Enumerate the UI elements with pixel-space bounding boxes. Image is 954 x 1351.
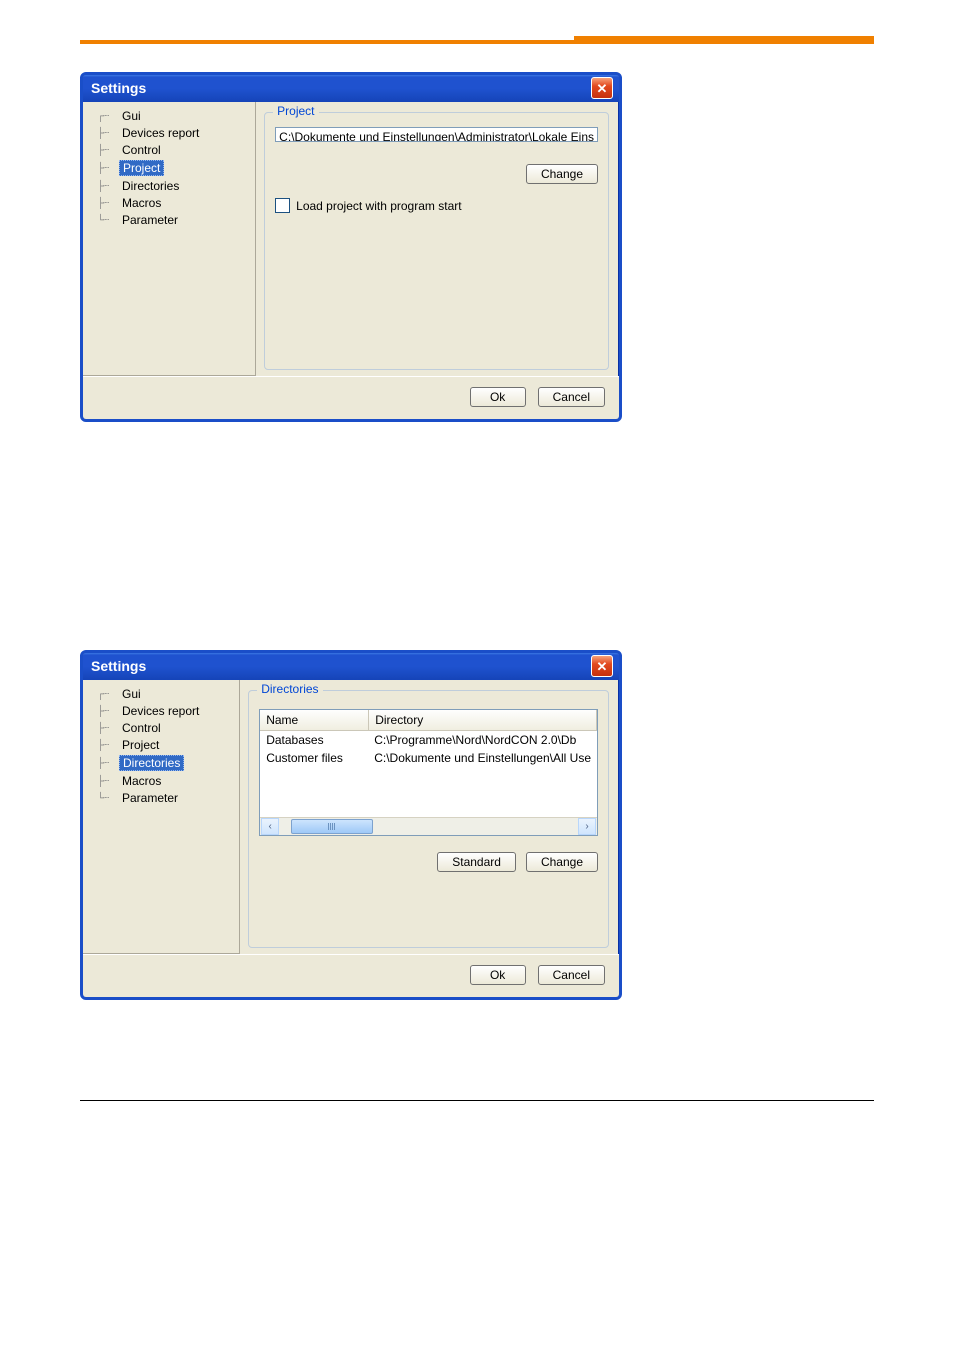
page-accent-rule [80, 40, 874, 44]
cancel-button[interactable]: Cancel [538, 387, 605, 407]
cell-directory: C:\Programme\Nord\NordCON 2.0\Db [368, 731, 597, 749]
scroll-track[interactable] [279, 819, 578, 834]
tree-label: Parameter [119, 213, 181, 227]
tree-item-devices-report[interactable]: ├┈ Devices report [95, 703, 235, 719]
ok-button[interactable]: Ok [470, 965, 526, 985]
tree-item-control[interactable]: ├┈ Control [95, 720, 235, 736]
directories-groupbox: Directories Name Directory Databases C:\… [248, 690, 609, 948]
list-header[interactable]: Name Directory [260, 710, 597, 731]
close-button[interactable]: ✕ [591, 655, 613, 677]
tree-label: Gui [119, 109, 144, 123]
tree-connector-icon: ├┈ [97, 198, 115, 209]
horizontal-scrollbar[interactable]: ‹ › [260, 817, 597, 835]
cell-name: Databases [260, 731, 368, 749]
standard-button[interactable]: Standard [437, 852, 516, 872]
settings-tree[interactable]: ┌┈ Gui ├┈ Devices report ├┈ Control ├┈ Proje… [83, 680, 240, 954]
directories-list[interactable]: Name Directory Databases C:\Programme\No… [259, 709, 598, 836]
groupbox-legend: Project [273, 104, 318, 118]
ok-button[interactable]: Ok [470, 387, 526, 407]
close-button[interactable]: ✕ [591, 77, 613, 99]
change-button[interactable]: Change [526, 852, 598, 872]
tree-item-directories[interactable]: ├┈ Directories [95, 754, 235, 772]
tree-label: Directories [119, 179, 182, 193]
tree-item-devices-report[interactable]: ├┈ Devices report [95, 125, 251, 141]
settings-dialog-project: Settings ✕ ┌┈ Gui ├┈ Devices report ├┈ Cont… [80, 72, 622, 422]
tree-connector-icon: ├┈ [97, 723, 115, 734]
tree-label: Macros [119, 196, 164, 210]
tree-item-macros[interactable]: ├┈ Macros [95, 773, 235, 789]
tree-label: Directories [119, 755, 184, 771]
load-on-start-checkbox[interactable] [275, 198, 290, 213]
list-row[interactable]: Databases C:\Programme\Nord\NordCON 2.0\… [260, 731, 597, 749]
scroll-right-button[interactable]: › [578, 818, 596, 835]
tree-label: Devices report [119, 126, 202, 140]
change-button[interactable]: Change [526, 164, 598, 184]
window-title: Settings [91, 658, 146, 674]
cancel-button[interactable]: Cancel [538, 965, 605, 985]
tree-connector-icon: └┈ [97, 793, 115, 804]
tree-connector-icon: ├┈ [97, 145, 115, 156]
list-body: Databases C:\Programme\Nord\NordCON 2.0\… [260, 731, 597, 817]
col-header-directory[interactable]: Directory [369, 710, 597, 730]
col-header-name[interactable]: Name [260, 710, 369, 730]
project-groupbox: Project C:\Dokumente und Einstellungen\A… [264, 112, 609, 370]
page-footer-rule [80, 1100, 874, 1101]
button-label: Ok [490, 390, 505, 404]
tree-connector-icon: └┈ [97, 215, 115, 226]
tree-label: Project [119, 738, 162, 752]
settings-dialog-directories: Settings ✕ ┌┈ Gui ├┈ Devices report ├┈ Cont… [80, 650, 622, 1000]
chevron-right-icon: › [585, 821, 588, 832]
tree-item-gui[interactable]: ┌┈ Gui [95, 108, 251, 124]
tree-item-parameter[interactable]: └┈ Parameter [95, 212, 251, 228]
checkbox-label: Load project with program start [296, 199, 461, 213]
tree-item-control[interactable]: ├┈ Control [95, 142, 251, 158]
list-row[interactable]: Customer files C:\Dokumente und Einstell… [260, 749, 597, 767]
tree-item-macros[interactable]: ├┈ Macros [95, 195, 251, 211]
project-path-value: C:\Dokumente und Einstellungen\Administr… [279, 130, 594, 142]
button-label: Cancel [553, 968, 590, 982]
titlebar[interactable]: Settings ✕ [83, 75, 619, 102]
groupbox-legend: Directories [257, 682, 322, 696]
tree-label: Devices report [119, 704, 202, 718]
button-label: Ok [490, 968, 505, 982]
tree-connector-icon: ┌┈ [97, 689, 115, 700]
tree-connector-icon: ├┈ [97, 740, 115, 751]
tree-item-directories[interactable]: ├┈ Directories [95, 178, 251, 194]
tree-item-project[interactable]: ├┈ Project [95, 159, 251, 177]
tree-connector-icon: ├┈ [97, 181, 115, 192]
tree-label: Project [119, 160, 164, 176]
dialog-button-bar: Ok Cancel [83, 954, 619, 997]
tree-label: Gui [119, 687, 144, 701]
project-path-input[interactable]: C:\Dokumente und Einstellungen\Administr… [275, 127, 598, 142]
tree-label: Control [119, 143, 164, 157]
tree-label: Control [119, 721, 164, 735]
button-label: Change [541, 167, 583, 181]
close-icon: ✕ [597, 660, 608, 673]
window-title: Settings [91, 80, 146, 96]
dialog-button-bar: Ok Cancel [83, 376, 619, 419]
tree-item-gui[interactable]: ┌┈ Gui [95, 686, 235, 702]
cell-directory: C:\Dokumente und Einstellungen\All Use [368, 749, 597, 767]
tree-connector-icon: ┌┈ [97, 111, 115, 122]
chevron-left-icon: ‹ [269, 821, 272, 832]
tree-connector-icon: ├┈ [97, 128, 115, 139]
scroll-left-button[interactable]: ‹ [261, 818, 279, 835]
settings-tree[interactable]: ┌┈ Gui ├┈ Devices report ├┈ Control ├┈ Proje… [83, 102, 256, 376]
button-label: Cancel [553, 390, 590, 404]
button-label: Change [541, 855, 583, 869]
tree-item-parameter[interactable]: └┈ Parameter [95, 790, 235, 806]
tree-connector-icon: ├┈ [97, 776, 115, 787]
tree-connector-icon: ├┈ [97, 706, 115, 717]
scroll-thumb[interactable] [291, 819, 373, 834]
tree-connector-icon: ├┈ [97, 163, 115, 174]
close-icon: ✕ [597, 82, 608, 95]
tree-label: Macros [119, 774, 164, 788]
tree-item-project[interactable]: ├┈ Project [95, 737, 235, 753]
titlebar[interactable]: Settings ✕ [83, 653, 619, 680]
tree-connector-icon: ├┈ [97, 758, 115, 769]
cell-name: Customer files [260, 749, 368, 767]
button-label: Standard [452, 855, 501, 869]
tree-label: Parameter [119, 791, 181, 805]
